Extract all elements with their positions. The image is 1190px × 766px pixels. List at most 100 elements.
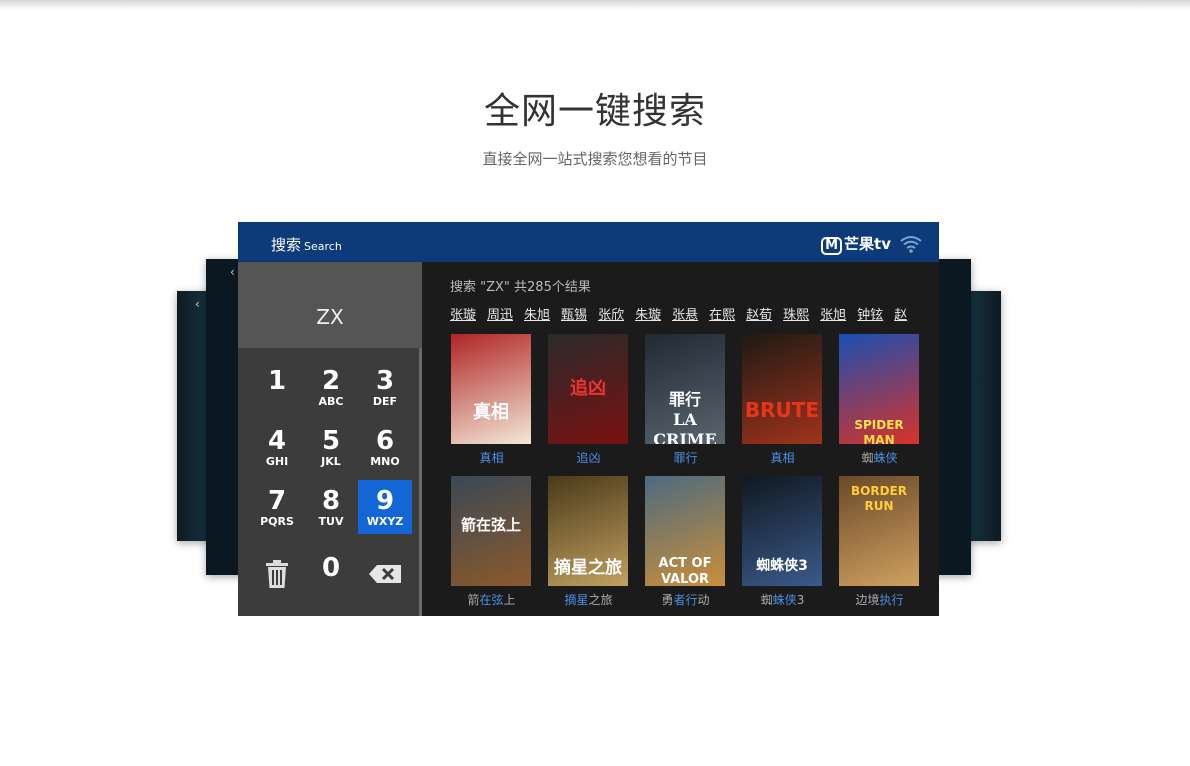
poster-artwork-title: 摘星之旅 bbox=[554, 558, 622, 578]
poster-caption[interactable]: 罪行 bbox=[637, 449, 734, 466]
caption-text: 勇 bbox=[661, 593, 674, 607]
caption-text: 边境 bbox=[855, 593, 880, 607]
poster-caption[interactable]: 摘星之旅 bbox=[540, 591, 637, 608]
search-input[interactable]: ZX bbox=[238, 262, 422, 348]
chevron-left-icon: ‹ bbox=[195, 297, 200, 311]
top-shadow bbox=[0, 0, 1190, 10]
key-5-letters: JKL bbox=[321, 455, 341, 468]
suggestion-tag[interactable]: 珠熙 bbox=[783, 304, 809, 323]
key-8-letters: TUV bbox=[318, 515, 344, 528]
poster-artwork-title: 箭在弦上 bbox=[460, 516, 521, 534]
suggestion-tag[interactable]: 朱旭 bbox=[524, 304, 550, 323]
suggestion-tag[interactable]: 张悬 bbox=[672, 304, 698, 323]
key-5-number: 5 bbox=[321, 426, 341, 456]
poster-caption[interactable]: 箭在弦上 bbox=[443, 591, 540, 608]
key-3[interactable]: 3 DEF bbox=[358, 360, 412, 414]
key-1-number: 1 bbox=[267, 366, 287, 396]
app-topbar: 搜索 Search M 芒果tv bbox=[238, 222, 939, 262]
key-9-letters: WXYZ bbox=[366, 515, 404, 528]
poster-caption[interactable]: 追凶 bbox=[540, 449, 637, 466]
poster-caption[interactable]: 蜘蛛侠 bbox=[831, 449, 928, 466]
key-7[interactable]: 7 PQRS bbox=[250, 480, 304, 534]
mango-tv-logo: M 芒果tv bbox=[821, 233, 891, 255]
search-results: 搜索 "ZX" 共285个结果 张璇 周迅 朱旭 甄锡 张欣 朱璇 张悬 在熙 赵荀 珠熙 张旭 钟铉… bbox=[425, 262, 939, 616]
key-8-number: 8 bbox=[321, 486, 341, 516]
caption-text: 之旅 bbox=[588, 593, 613, 607]
key-4[interactable]: 4 GHI bbox=[250, 420, 304, 474]
caption-text: 箭 bbox=[467, 593, 480, 607]
caption-text: 3 bbox=[796, 593, 805, 607]
key-2[interactable]: 2 ABC bbox=[304, 360, 358, 414]
backspace-icon bbox=[369, 565, 401, 583]
screen-title: 搜索 Search bbox=[271, 234, 342, 255]
tv-search-screen: 搜索 Search M 芒果tv ZX 1 2 ABC 3 DEF 4 GHI 5 JKL 6 MNO 7… bbox=[238, 222, 939, 616]
suggestion-tag[interactable]: 赵 bbox=[894, 304, 907, 323]
caption-match-text: 真相 bbox=[479, 451, 504, 465]
poster-card[interactable]: 摘星之旅 bbox=[548, 476, 628, 586]
key-9[interactable]: 9 WXYZ bbox=[358, 480, 412, 534]
poster-caption[interactable]: 蜘蛛侠3 bbox=[734, 591, 831, 608]
caption-text: 蜘 bbox=[760, 593, 773, 607]
suggestion-tag[interactable]: 张璇 bbox=[450, 304, 476, 323]
screen-title-cn: 搜索 bbox=[271, 236, 302, 254]
suggestion-tag[interactable]: 张旭 bbox=[820, 304, 846, 323]
key-2-number: 2 bbox=[321, 366, 341, 396]
poster-artwork-title: 追凶 bbox=[570, 378, 606, 399]
suggestion-tags: 张璇 周迅 朱旭 甄锡 张欣 朱璇 张悬 在熙 赵荀 珠熙 张旭 钟铉赵 bbox=[450, 304, 939, 326]
chevron-left-icon: ‹ bbox=[230, 265, 235, 279]
suggestion-tag[interactable]: 钟铉 bbox=[857, 304, 883, 323]
caption-match-text: 蛛侠 bbox=[873, 451, 898, 465]
poster-card[interactable]: BORDER RUN bbox=[839, 476, 919, 586]
page-subheadline: 直接全网一站式搜索您想看的节目 bbox=[482, 150, 708, 168]
caption-match-text: 罪行 bbox=[673, 451, 698, 465]
poster-artwork-title: BORDER RUN bbox=[851, 484, 907, 513]
poster-card[interactable]: ACT OF VALOR bbox=[645, 476, 725, 586]
key-2-letters: ABC bbox=[318, 395, 344, 408]
page-headline: 全网一键搜索 bbox=[483, 91, 706, 132]
suggestion-tag[interactable]: 张欣 bbox=[598, 304, 624, 323]
poster-artwork-title: 真相 bbox=[473, 402, 509, 423]
trash-icon bbox=[266, 560, 288, 588]
key-6-letters: MNO bbox=[370, 455, 400, 468]
poster-artwork-title: 罪行 LA CRIME bbox=[653, 390, 717, 444]
poster-artwork-title: ACT OF VALOR bbox=[658, 556, 712, 586]
poster-card[interactable]: 蜘蛛侠3 bbox=[742, 476, 822, 586]
suggestion-tag[interactable]: 朱璇 bbox=[635, 304, 661, 323]
key-4-letters: GHI bbox=[265, 455, 289, 468]
key-3-number: 3 bbox=[375, 366, 395, 396]
poster-caption[interactable]: 真相 bbox=[734, 449, 831, 466]
key-9-number: 9 bbox=[375, 486, 395, 516]
screen-title-en: Search bbox=[304, 240, 342, 253]
key-0[interactable]: 0 bbox=[304, 547, 358, 601]
poster-card[interactable]: 追凶 bbox=[548, 334, 628, 444]
key-6[interactable]: 6 MNO bbox=[358, 420, 412, 474]
poster-card[interactable]: 箭在弦上 bbox=[451, 476, 531, 586]
caption-match-text: 者行 bbox=[673, 593, 698, 607]
caption-match-text: 执行 bbox=[879, 593, 904, 607]
poster-caption[interactable]: 勇者行动 bbox=[637, 591, 734, 608]
caption-match-text: 摘星 bbox=[564, 593, 589, 607]
caption-text: 动 bbox=[697, 593, 710, 607]
poster-card[interactable]: BRUTE bbox=[742, 334, 822, 444]
poster-card[interactable]: SPIDER MAN bbox=[839, 334, 919, 444]
suggestion-tag[interactable]: 周迅 bbox=[487, 304, 513, 323]
poster-caption[interactable]: 真相 bbox=[443, 449, 540, 466]
backspace-key[interactable] bbox=[358, 547, 412, 601]
suggestion-tag[interactable]: 在熙 bbox=[709, 304, 735, 323]
caption-match-text: 在弦 bbox=[479, 593, 504, 607]
caption-match-text: 追凶 bbox=[576, 451, 601, 465]
clear-key[interactable] bbox=[250, 547, 304, 601]
poster-card[interactable]: 罪行 LA CRIME bbox=[645, 334, 725, 444]
key-0-number: 0 bbox=[321, 553, 341, 583]
poster-card[interactable]: 真相 bbox=[451, 334, 531, 444]
logo-text: 芒果tv bbox=[844, 235, 891, 253]
poster-artwork-title: 蜘蛛侠3 bbox=[756, 558, 808, 574]
key-5[interactable]: 5 JKL bbox=[304, 420, 358, 474]
suggestion-tag[interactable]: 甄锡 bbox=[561, 304, 587, 323]
poster-caption[interactable]: 边境执行 bbox=[831, 591, 928, 608]
key-7-number: 7 bbox=[267, 486, 287, 516]
key-4-number: 4 bbox=[267, 426, 287, 456]
key-8[interactable]: 8 TUV bbox=[304, 480, 358, 534]
key-1[interactable]: 1 bbox=[250, 360, 304, 414]
suggestion-tag[interactable]: 赵荀 bbox=[746, 304, 772, 323]
